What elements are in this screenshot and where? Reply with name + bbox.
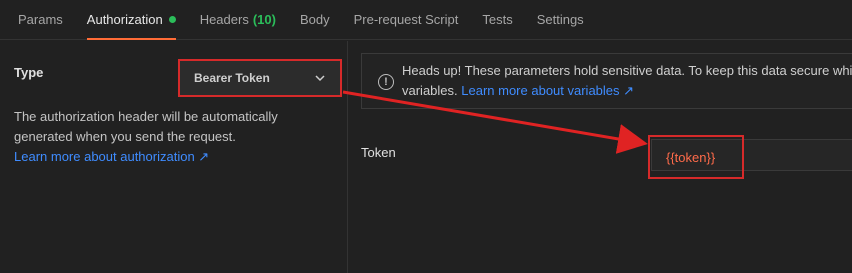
alert-text: Heads up! These parameters hold sensitiv… [402,61,852,101]
learn-more-authorization-link[interactable]: Learn more about authorization ↗ [14,149,209,164]
auth-type-select[interactable]: Bearer Token [178,59,342,97]
tab-label: Params [18,12,63,27]
token-value-highlight[interactable]: {{token}} [648,135,744,179]
request-tabs: Params Authorization Headers (10) Body P… [0,0,852,40]
tab-headers[interactable]: Headers (10) [200,0,276,40]
tab-tests[interactable]: Tests [482,0,512,40]
tab-label: Authorization [86,12,163,27]
alert-message-line2: variables. [402,83,458,98]
learn-more-variables-link[interactable]: Learn more about variables ↗ [461,83,634,98]
tab-pre-request-script[interactable]: Pre-request Script [354,0,459,40]
auth-type-panel: Type Bearer Token The authorization head… [0,41,348,273]
tab-body[interactable]: Body [300,0,330,40]
status-dot-icon [168,16,176,23]
auth-description-text: The authorization header will be automat… [14,109,278,144]
tab-label: Headers [199,12,249,27]
token-label: Token [361,145,396,160]
tab-label: Settings [536,12,584,27]
tab-authorization[interactable]: Authorization [86,0,176,40]
token-value: {{token}} [666,149,716,165]
info-icon: ! [378,74,394,90]
tab-label: Tests [482,12,513,27]
auth-description: The authorization header will be automat… [14,107,314,167]
chevron-down-icon [315,75,325,82]
tab-label: Body [299,12,330,27]
tab-settings[interactable]: Settings [537,0,584,40]
headers-count-badge: (10) [252,12,276,27]
sensitive-data-alert: ! Heads up! These parameters hold sensit… [361,53,852,109]
tab-label: Pre-request Script [353,12,459,27]
auth-type-value: Bearer Token [194,71,270,85]
tab-params[interactable]: Params [18,0,63,40]
auth-details-panel: ! Heads up! These parameters hold sensit… [349,41,852,273]
alert-message: Heads up! These parameters hold sensitiv… [402,63,852,78]
type-label: Type [14,65,44,80]
